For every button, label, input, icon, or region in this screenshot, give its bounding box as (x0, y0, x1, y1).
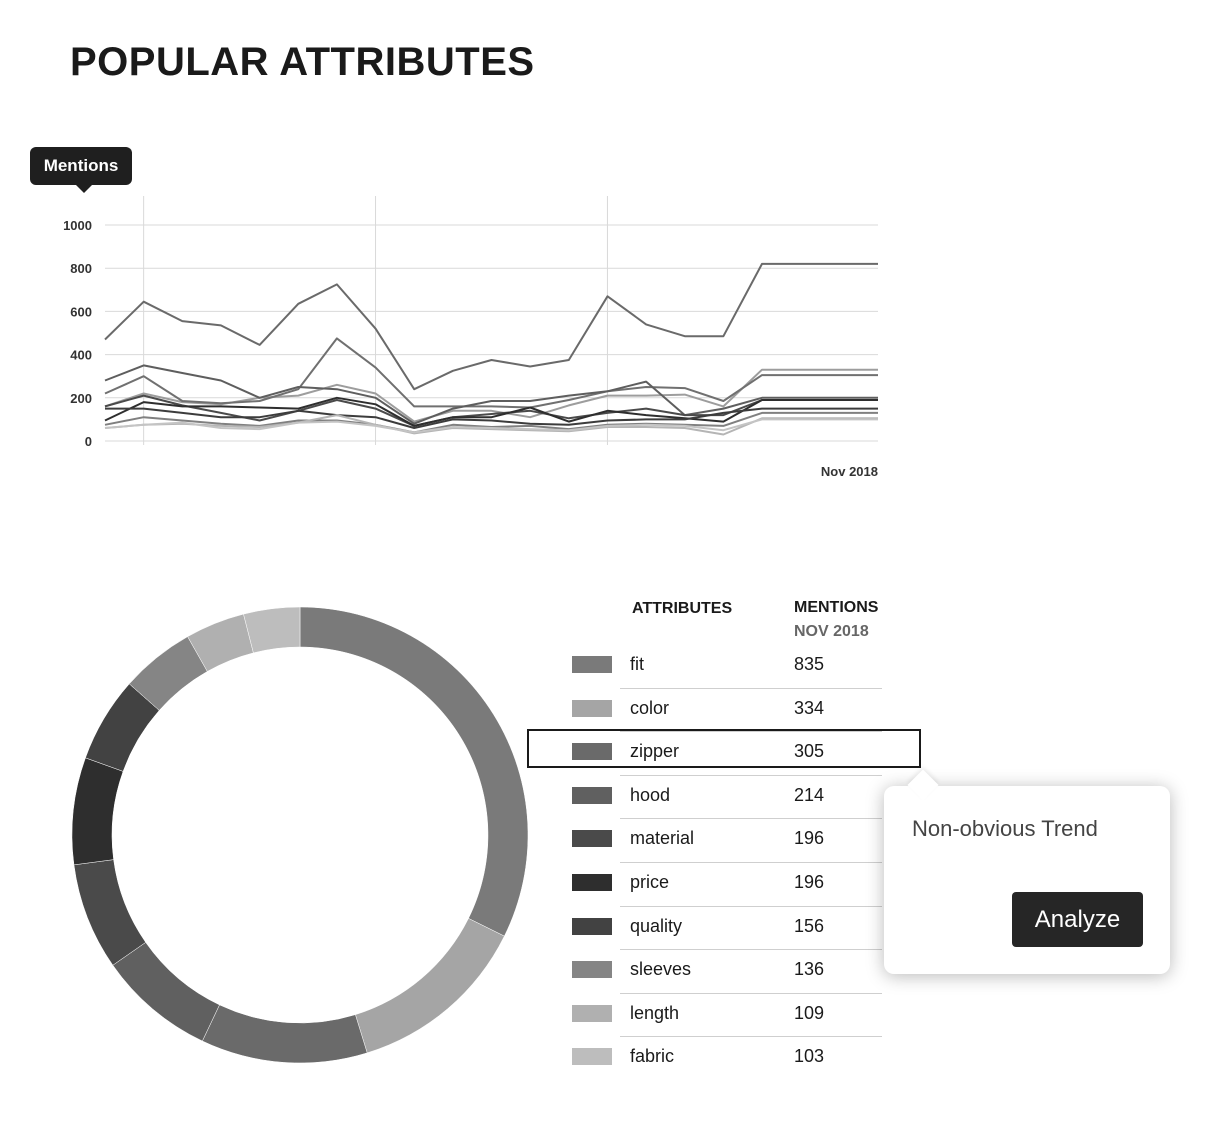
y-tick-label: 600 (70, 304, 92, 319)
x-axis-end-label: Nov 2018 (821, 464, 878, 479)
attribute-row-material[interactable]: material 196 (560, 819, 890, 863)
attribute-mentions: 196 (794, 828, 825, 849)
legend-swatch (572, 786, 612, 804)
legend-swatch (572, 699, 612, 717)
attribute-name: sleeves (630, 959, 692, 980)
attribute-mentions: 196 (794, 871, 825, 892)
attribute-row-quality[interactable]: quality 156 (560, 907, 890, 951)
legend-swatch (572, 873, 612, 891)
attribute-mentions: 103 (794, 1046, 825, 1067)
attribute-row-sleeves[interactable]: sleeves 136 (560, 950, 890, 994)
legend-swatch (572, 1004, 612, 1022)
legend-swatch (572, 961, 612, 979)
trend-popover: Non-obvious Trend Analyze (884, 786, 1170, 974)
attribute-name: fabric (630, 1046, 675, 1067)
donut-slice-price[interactable] (71, 757, 124, 866)
attribute-mentions: 214 (794, 784, 825, 805)
attribute-row-price[interactable]: price 196 (560, 863, 890, 907)
attribute-mentions: 136 (794, 959, 825, 980)
legend-swatch (572, 656, 612, 673)
page-title: POPULAR ATTRIBUTES (70, 40, 535, 84)
donut-slice-fit[interactable] (299, 606, 529, 937)
attribute-name: price (630, 871, 670, 892)
attribute-name: fit (630, 654, 645, 674)
attribute-mentions: 109 (794, 1002, 825, 1023)
attribute-mentions: 156 (794, 915, 825, 936)
attribute-name: quality (630, 915, 683, 936)
mentions-header-period: NOV 2018 (794, 623, 869, 640)
attribute-name: length (630, 1002, 680, 1023)
mentions-header-label: MENTIONS (794, 599, 879, 616)
attributes-column-header: ATTRIBUTES (632, 600, 733, 617)
attribute-row-fit[interactable]: fit 835 (560, 645, 890, 689)
trend-label: Non-obvious Trend (912, 816, 1098, 841)
y-axis-label-badge: Mentions (30, 147, 132, 193)
attribute-mentions: 334 (794, 697, 825, 718)
y-tick-label: 400 (70, 348, 92, 363)
legend-swatch (572, 1048, 612, 1066)
mentions-column-header: MENTIONS NOV 2018 (794, 596, 878, 644)
y-tick-label: 1000 (63, 218, 92, 233)
legend-swatch (572, 830, 612, 848)
donut-slice-hood[interactable] (112, 942, 220, 1042)
attribute-row-fabric[interactable]: fabric 103 (560, 1037, 890, 1081)
attribute-mentions: 835 (794, 654, 825, 674)
donut-slice-color[interactable] (355, 918, 505, 1054)
y-tick-label: 800 (70, 261, 92, 276)
selected-row-highlight (527, 729, 921, 768)
attributes-donut-chart (71, 606, 529, 1064)
analyze-button[interactable]: Analyze (1012, 892, 1143, 947)
attribute-name: hood (630, 784, 671, 805)
donut-slice-zipper[interactable] (202, 1004, 368, 1064)
attribute-row-color[interactable]: color 334 (560, 689, 890, 733)
attribute-name: color (630, 697, 670, 718)
mentions-line-chart: 0 200 400 600 800 1000 Nov 2018 (63, 196, 878, 479)
donut-slice-fabric[interactable] (243, 606, 301, 654)
attribute-name: material (630, 828, 695, 849)
attributes-rows: fit 835 color 334 zipper 305 hood 214 material 19… (560, 645, 890, 1081)
attribute-row-hood[interactable]: hood 214 (560, 776, 890, 820)
donut-slice-material[interactable] (73, 859, 147, 966)
y-tick-label: 200 (70, 391, 92, 406)
attribute-row-length[interactable]: length 109 (560, 994, 890, 1038)
legend-swatch (572, 917, 612, 935)
y-tick-label: 0 (85, 434, 92, 449)
